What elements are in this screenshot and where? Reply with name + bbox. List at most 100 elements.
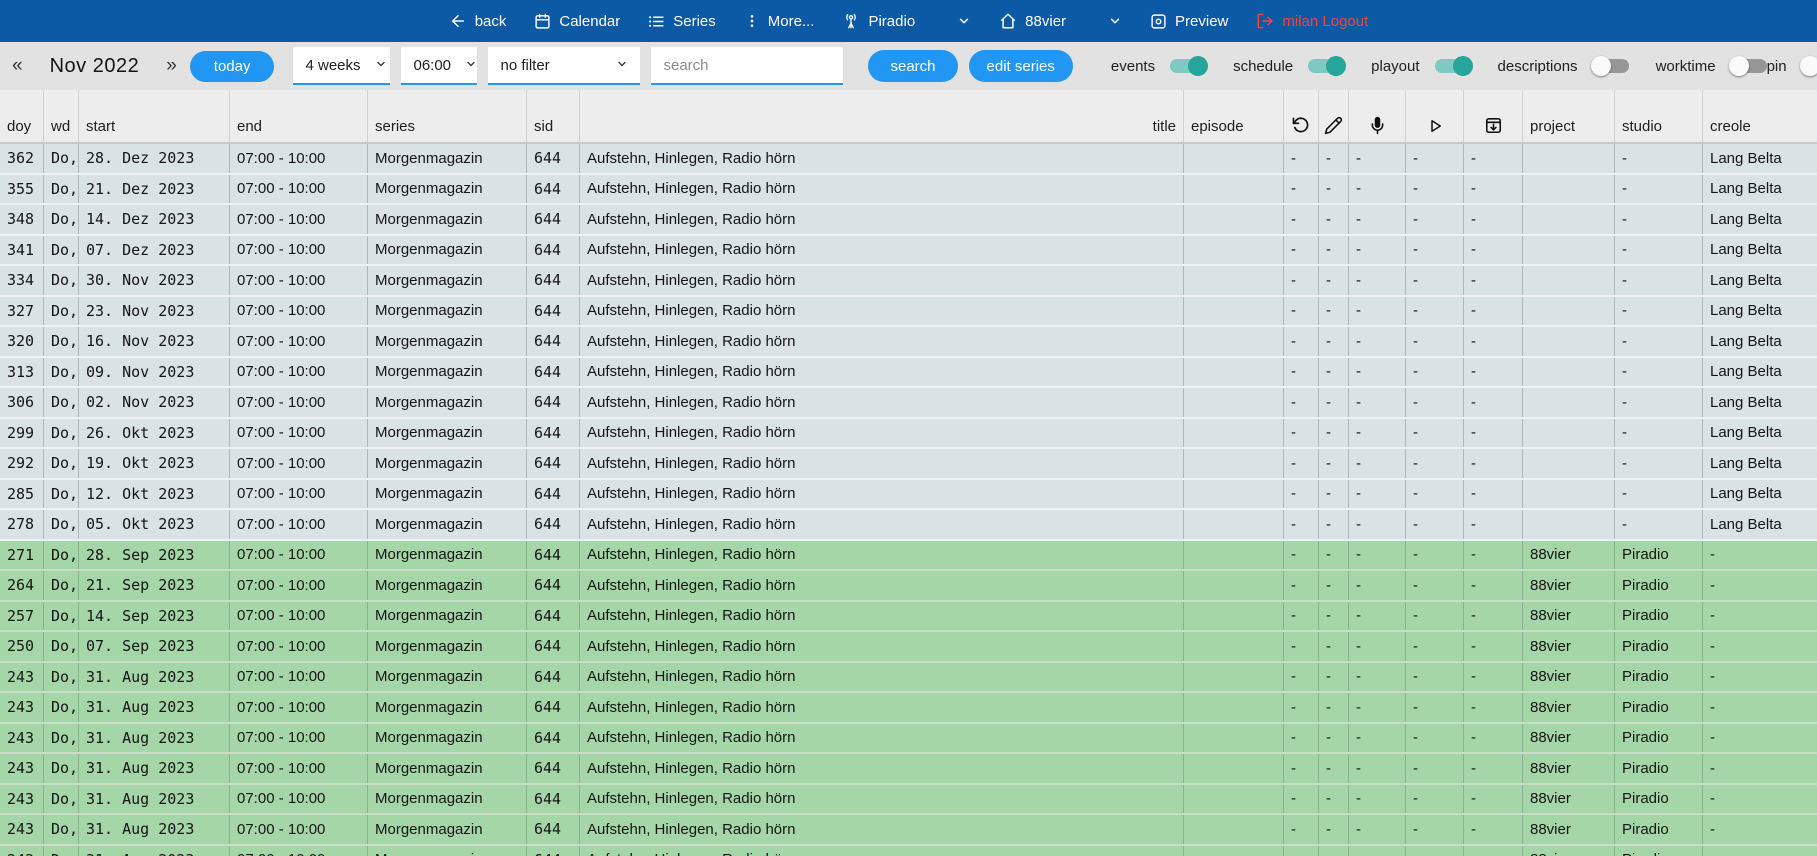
- table-row[interactable]: 362 Do, 28. Dez 2023 07:00 - 10:00 Morge…: [0, 144, 1817, 175]
- table-row[interactable]: 327 Do, 23. Nov 2023 07:00 - 10:00 Morge…: [0, 297, 1817, 328]
- cell-undo[interactable]: -: [1284, 175, 1319, 204]
- cell-archive[interactable]: -: [1464, 205, 1523, 234]
- cell-play[interactable]: -: [1406, 236, 1464, 265]
- cell-archive[interactable]: -: [1464, 358, 1523, 387]
- cell-undo[interactable]: -: [1284, 815, 1319, 844]
- column-header-start[interactable]: start: [79, 90, 230, 142]
- cell-archive[interactable]: -: [1464, 602, 1523, 631]
- cell-archive[interactable]: -: [1464, 449, 1523, 478]
- cell-archive[interactable]: -: [1464, 510, 1523, 539]
- cell-play[interactable]: -: [1406, 358, 1464, 387]
- cell-record[interactable]: -: [1349, 510, 1406, 539]
- cell-record[interactable]: -: [1349, 480, 1406, 509]
- cell-edit[interactable]: -: [1319, 815, 1349, 844]
- cell-record[interactable]: -: [1349, 419, 1406, 448]
- table-row[interactable]: 306 Do, 02. Nov 2023 07:00 - 10:00 Morge…: [0, 388, 1817, 419]
- cell-edit[interactable]: -: [1319, 358, 1349, 387]
- column-header-doy[interactable]: doy: [0, 90, 44, 142]
- today-button[interactable]: today: [190, 51, 275, 82]
- cell-play[interactable]: -: [1406, 571, 1464, 600]
- cell-archive[interactable]: -: [1464, 388, 1523, 417]
- cell-edit[interactable]: -: [1319, 602, 1349, 631]
- table-row[interactable]: 271 Do, 28. Sep 2023 07:00 - 10:00 Morge…: [0, 541, 1817, 572]
- cell-archive[interactable]: -: [1464, 663, 1523, 692]
- cell-record[interactable]: -: [1349, 236, 1406, 265]
- cell-archive[interactable]: -: [1464, 754, 1523, 783]
- column-header-archive[interactable]: [1464, 90, 1523, 142]
- cell-archive[interactable]: -: [1464, 693, 1523, 722]
- table-row[interactable]: 243 Do, 31. Aug 2023 07:00 - 10:00 Morge…: [0, 815, 1817, 846]
- cell-archive[interactable]: -: [1464, 846, 1523, 856]
- cell-archive[interactable]: -: [1464, 785, 1523, 814]
- nav-project-88vier[interactable]: 88vier: [999, 12, 1122, 30]
- table-row[interactable]: 348 Do, 14. Dez 2023 07:00 - 10:00 Morge…: [0, 205, 1817, 236]
- toggle-switch[interactable]: [1435, 59, 1471, 73]
- cell-archive[interactable]: -: [1464, 419, 1523, 448]
- nav-preview[interactable]: Preview: [1150, 13, 1228, 30]
- cell-record[interactable]: -: [1349, 754, 1406, 783]
- search-button[interactable]: search: [868, 50, 957, 82]
- cell-undo[interactable]: -: [1284, 602, 1319, 631]
- cell-undo[interactable]: -: [1284, 693, 1319, 722]
- cell-undo[interactable]: -: [1284, 754, 1319, 783]
- cell-undo[interactable]: -: [1284, 327, 1319, 356]
- cell-edit[interactable]: -: [1319, 327, 1349, 356]
- cell-edit[interactable]: -: [1319, 175, 1349, 204]
- toggle-switch[interactable]: [1170, 59, 1206, 73]
- column-header-sid[interactable]: sid: [527, 90, 580, 142]
- cell-play[interactable]: -: [1406, 693, 1464, 722]
- cell-play[interactable]: -: [1406, 175, 1464, 204]
- table-row[interactable]: 278 Do, 05. Okt 2023 07:00 - 10:00 Morge…: [0, 510, 1817, 541]
- cell-undo[interactable]: -: [1284, 419, 1319, 448]
- table-row[interactable]: 334 Do, 30. Nov 2023 07:00 - 10:00 Morge…: [0, 266, 1817, 297]
- table-row[interactable]: 243 Do, 31. Aug 2023 07:00 - 10:00 Morge…: [0, 754, 1817, 785]
- cell-record[interactable]: -: [1349, 266, 1406, 295]
- table-row[interactable]: 243 Do, 31. Aug 2023 07:00 - 10:00 Morge…: [0, 663, 1817, 694]
- cell-record[interactable]: -: [1349, 327, 1406, 356]
- cell-record[interactable]: -: [1349, 785, 1406, 814]
- cell-record[interactable]: -: [1349, 541, 1406, 570]
- cell-record[interactable]: -: [1349, 175, 1406, 204]
- cell-edit[interactable]: -: [1319, 785, 1349, 814]
- cell-edit[interactable]: -: [1319, 236, 1349, 265]
- table-row[interactable]: 264 Do, 21. Sep 2023 07:00 - 10:00 Morge…: [0, 571, 1817, 602]
- table-row[interactable]: 299 Do, 26. Okt 2023 07:00 - 10:00 Morge…: [0, 419, 1817, 450]
- cell-undo[interactable]: -: [1284, 449, 1319, 478]
- table-row[interactable]: 243 Do, 31. Aug 2023 07:00 - 10:00 Morge…: [0, 785, 1817, 816]
- cell-edit[interactable]: -: [1319, 510, 1349, 539]
- nav-series[interactable]: Series: [648, 13, 716, 30]
- cell-record[interactable]: -: [1349, 815, 1406, 844]
- nav-calendar[interactable]: Calendar: [534, 13, 620, 30]
- cell-edit[interactable]: -: [1319, 754, 1349, 783]
- cell-edit[interactable]: -: [1319, 449, 1349, 478]
- cell-undo[interactable]: -: [1284, 358, 1319, 387]
- cell-undo[interactable]: -: [1284, 266, 1319, 295]
- cell-record[interactable]: -: [1349, 571, 1406, 600]
- prev-month-button[interactable]: «: [10, 55, 25, 77]
- cell-record[interactable]: -: [1349, 297, 1406, 326]
- chevron-down-icon[interactable]: [1108, 14, 1122, 28]
- column-header-creole[interactable]: creole: [1703, 90, 1817, 142]
- cell-edit[interactable]: -: [1319, 297, 1349, 326]
- cell-edit[interactable]: -: [1319, 266, 1349, 295]
- cell-play[interactable]: -: [1406, 632, 1464, 661]
- cell-undo[interactable]: -: [1284, 388, 1319, 417]
- cell-undo[interactable]: -: [1284, 510, 1319, 539]
- cell-undo[interactable]: -: [1284, 632, 1319, 661]
- cell-record[interactable]: -: [1349, 663, 1406, 692]
- cell-play[interactable]: -: [1406, 419, 1464, 448]
- table-row[interactable]: 243 Do, 31. Aug 2023 07:00 - 10:00 Morge…: [0, 846, 1817, 856]
- cell-play[interactable]: -: [1406, 266, 1464, 295]
- cell-archive[interactable]: -: [1464, 571, 1523, 600]
- nav-logout[interactable]: milan Logout: [1256, 12, 1368, 30]
- cell-play[interactable]: -: [1406, 510, 1464, 539]
- cell-record[interactable]: -: [1349, 388, 1406, 417]
- cell-undo[interactable]: -: [1284, 297, 1319, 326]
- column-header-title[interactable]: title: [580, 90, 1184, 142]
- cell-play[interactable]: -: [1406, 541, 1464, 570]
- table-row[interactable]: 243 Do, 31. Aug 2023 07:00 - 10:00 Morge…: [0, 724, 1817, 755]
- cell-play[interactable]: -: [1406, 846, 1464, 856]
- cell-edit[interactable]: -: [1319, 846, 1349, 856]
- column-header-wd[interactable]: wd: [44, 90, 79, 142]
- cell-play[interactable]: -: [1406, 205, 1464, 234]
